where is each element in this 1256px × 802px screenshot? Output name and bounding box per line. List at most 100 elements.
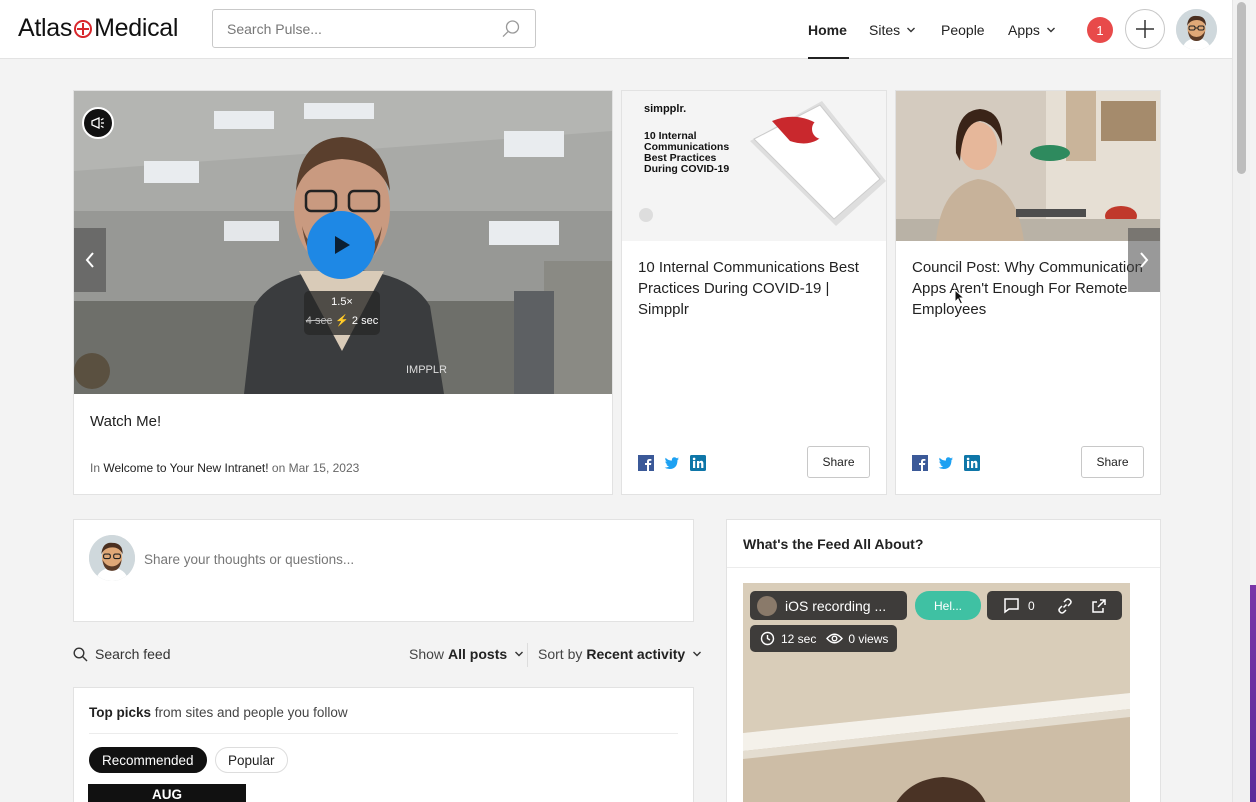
time-old: 4 sec xyxy=(305,315,333,327)
article-thumbnail[interactable]: simpplr. 10 Internal Communications Best… xyxy=(622,91,886,241)
top-picks-title-bold: Top picks xyxy=(89,705,152,720)
social-share-icons xyxy=(912,455,980,471)
sort-dropdown[interactable]: Sort by Recent activity xyxy=(538,646,702,662)
search-icon xyxy=(73,646,88,661)
announcement-icon xyxy=(82,107,114,139)
top-picks-title-rest: from sites and people you follow xyxy=(154,705,348,720)
speed-label: 1.5× xyxy=(331,296,353,308)
nav-apps-label: Apps xyxy=(1008,21,1040,38)
sort-value: Recent activity xyxy=(586,646,686,662)
article-card-council-post[interactable]: Council Post: Why Communication Apps Are… xyxy=(895,90,1161,495)
meta-site-link[interactable]: Welcome to Your New Intranet! xyxy=(103,461,268,475)
top-picks-title: Top picks from sites and people you foll… xyxy=(89,705,348,720)
loom-video-embed[interactable]: iOS recording ... Hel... 0 12 sec 0 view… xyxy=(743,583,1130,802)
featured-video-card[interactable]: IMPPLR 1.5× 4 sec ⚡ 2 sec Watch Me! In W… xyxy=(73,90,613,495)
nav-home-label: Home xyxy=(808,21,847,38)
video-tag-chip[interactable]: Hel... xyxy=(915,591,981,620)
mouse-cursor-icon xyxy=(954,289,965,305)
social-share-icons xyxy=(638,455,706,471)
facebook-icon[interactable] xyxy=(912,455,928,471)
carousel-prev-button[interactable] xyxy=(74,228,106,292)
video-card-title[interactable]: Watch Me! xyxy=(90,411,161,432)
user-avatar[interactable] xyxy=(1176,9,1217,50)
eye-icon xyxy=(826,633,844,644)
video-stats-chip: 12 sec 0 views xyxy=(750,625,897,652)
search-icon[interactable] xyxy=(501,19,521,39)
meta-date: Mar 15, 2023 xyxy=(288,461,360,475)
video-title-chip[interactable]: iOS recording ... xyxy=(750,591,907,620)
popular-tab[interactable]: Popular xyxy=(215,747,288,773)
page-scrollbar[interactable] xyxy=(1232,0,1250,802)
global-search-input[interactable] xyxy=(227,19,497,39)
twitter-icon[interactable] xyxy=(664,455,680,471)
carousel-next-button[interactable] xyxy=(1128,228,1160,292)
open-external-icon[interactable] xyxy=(1091,598,1107,614)
woman-working-photo xyxy=(896,91,1160,241)
link-icon[interactable] xyxy=(1057,597,1073,614)
global-search-box[interactable] xyxy=(212,9,536,48)
recommended-tab[interactable]: Recommended xyxy=(89,747,207,773)
article-b-title[interactable]: Council Post: Why Communication Apps Are… xyxy=(912,257,1152,320)
show-posts-dropdown[interactable]: Show All posts xyxy=(409,646,524,662)
linkedin-icon[interactable] xyxy=(690,455,706,471)
chevron-down-icon xyxy=(1046,27,1055,32)
nav-apps[interactable]: Apps xyxy=(1008,0,1056,59)
video-duration: 12 sec xyxy=(781,631,817,646)
video-views: 0 views xyxy=(848,631,889,646)
feed-about-title: What's the Feed All About? xyxy=(743,536,924,552)
video-card-meta: In Welcome to Your New Intranet! on Mar … xyxy=(90,461,359,475)
post-composer[interactable] xyxy=(73,519,694,622)
nav-people[interactable]: People xyxy=(941,0,985,59)
play-button[interactable] xyxy=(307,211,375,279)
share-button[interactable]: Share xyxy=(807,446,870,478)
meta-on: on xyxy=(271,461,286,475)
linkedin-icon[interactable] xyxy=(964,455,980,471)
composer-input[interactable] xyxy=(144,549,664,569)
plus-icon xyxy=(1136,20,1154,38)
comment-icon[interactable] xyxy=(1003,597,1020,614)
chevron-down-icon xyxy=(907,27,916,32)
divider xyxy=(89,733,678,734)
twitter-icon[interactable] xyxy=(938,455,954,471)
feed-about-panel: What's the Feed All About? iOS recording… xyxy=(726,519,1161,802)
thumb-heading: 10 Internal Communications Best Practice… xyxy=(644,130,730,175)
video-actions-chip: 0 xyxy=(987,591,1122,620)
speed-overlay: 1.5× 4 sec ⚡ 2 sec xyxy=(304,291,380,335)
search-feed-button[interactable]: Search feed xyxy=(73,646,171,662)
event-date-badge: AUG xyxy=(88,784,246,802)
play-icon xyxy=(335,236,350,254)
svg-text:IMPPLR: IMPPLR xyxy=(406,364,447,376)
article-thumbnail[interactable] xyxy=(896,91,1160,241)
top-header: Atlas Medical Home Sites People Apps 1 xyxy=(0,0,1232,59)
facebook-icon[interactable] xyxy=(638,455,654,471)
sort-prefix: Sort by xyxy=(538,646,583,662)
nav-sites-label: Sites xyxy=(869,21,901,38)
meta-prefix: In xyxy=(90,461,101,475)
top-picks-panel: Top picks from sites and people you foll… xyxy=(73,687,694,802)
clock-icon xyxy=(760,631,775,646)
chevron-down-icon xyxy=(515,651,524,657)
chevron-right-icon xyxy=(1140,252,1149,268)
show-prefix: Show xyxy=(409,646,445,662)
add-button[interactable] xyxy=(1125,9,1165,49)
logo-text-left: Atlas xyxy=(18,13,73,42)
comment-count: 0 xyxy=(1028,598,1035,613)
composer-avatar xyxy=(89,535,135,581)
divider xyxy=(727,567,1160,568)
search-feed-label: Search feed xyxy=(95,646,171,662)
article-a-title[interactable]: 10 Internal Communications Best Practice… xyxy=(638,257,874,320)
chevron-down-icon xyxy=(693,651,702,657)
notification-badge[interactable]: 1 xyxy=(1087,17,1113,43)
medical-cross-icon xyxy=(74,20,93,38)
scrollbar-thumb[interactable] xyxy=(1237,2,1246,174)
time-new: 2 sec xyxy=(351,315,379,327)
window-edge xyxy=(1250,0,1256,802)
article-card-simpplr[interactable]: simpplr. 10 Internal Communications Best… xyxy=(621,90,887,495)
share-button[interactable]: Share xyxy=(1081,446,1144,478)
logo-text-right: Medical xyxy=(94,13,179,42)
chevron-left-icon xyxy=(85,252,94,268)
video-title: iOS recording ... xyxy=(785,597,887,614)
nav-home[interactable]: Home xyxy=(808,0,849,59)
nav-sites[interactable]: Sites xyxy=(869,0,916,59)
atlas-medical-logo[interactable]: Atlas Medical xyxy=(18,12,178,44)
